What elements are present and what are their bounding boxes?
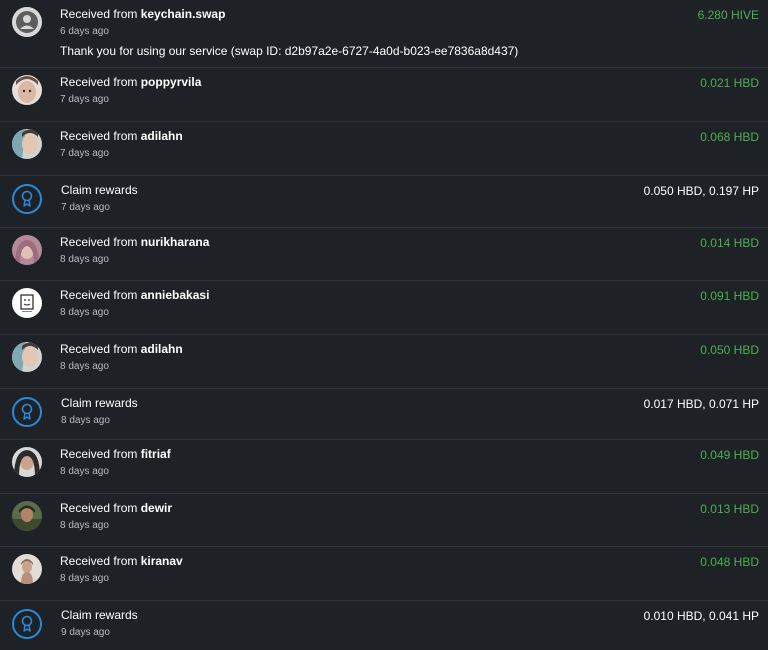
user-avatar[interactable] (12, 129, 42, 159)
transaction-title: Claim rewards (61, 608, 138, 622)
transaction-time: 6 days ago (60, 26, 109, 37)
award-icon (12, 184, 42, 214)
sender-username-link[interactable]: nurikharana (141, 235, 210, 249)
transaction-row: Claim rewards 7 days ago 0.050 HBD, 0.19… (0, 176, 768, 228)
sender-username-link[interactable]: kiranav (141, 554, 183, 568)
transaction-row: Received from keychain.swap 6 days ago T… (0, 0, 768, 68)
transaction-title: Received from adilahn (60, 342, 183, 356)
transaction-time: 7 days ago (60, 148, 109, 159)
transaction-amount: 0.050 HBD, 0.197 HP (643, 184, 759, 198)
award-icon (12, 397, 42, 427)
transaction-title: Claim rewards (61, 183, 138, 197)
user-avatar[interactable] (12, 554, 42, 584)
transaction-time: 8 days ago (60, 361, 109, 372)
sender-username-link[interactable]: fitriaf (141, 447, 171, 461)
transaction-title: Received from keychain.swap (60, 7, 225, 21)
transaction-row: Received from dewir 8 days ago 0.013 HBD (0, 494, 768, 547)
transaction-row: Received from nurikharana 8 days ago 0.0… (0, 228, 768, 281)
transaction-time: 8 days ago (60, 573, 109, 584)
transaction-time: 8 days ago (60, 520, 109, 531)
transaction-row: Claim rewards 9 days ago 0.010 HBD, 0.04… (0, 601, 768, 650)
received-from-label: Received from (60, 129, 141, 143)
award-icon (12, 609, 42, 639)
transaction-time: 8 days ago (60, 307, 109, 318)
default-user-icon[interactable] (12, 7, 42, 37)
sender-username-link[interactable]: keychain.swap (141, 7, 226, 21)
transaction-time: 7 days ago (60, 94, 109, 105)
transaction-row: Claim rewards 8 days ago 0.017 HBD, 0.07… (0, 389, 768, 440)
transaction-time: 9 days ago (61, 627, 110, 638)
received-from-label: Received from (60, 288, 141, 302)
transaction-title: Received from poppyrvila (60, 75, 201, 89)
user-avatar[interactable] (12, 75, 42, 105)
transaction-title: Received from fitriaf (60, 447, 171, 461)
transaction-amount: 0.013 HBD (700, 502, 759, 516)
transaction-amount: 0.017 HBD, 0.071 HP (643, 397, 759, 411)
transaction-memo: Thank you for using our service (swap ID… (60, 44, 519, 58)
user-avatar[interactable] (12, 288, 42, 318)
received-from-label: Received from (60, 447, 141, 461)
user-avatar[interactable] (12, 342, 42, 372)
transaction-row: Received from adilahn 8 days ago 0.050 H… (0, 335, 768, 389)
transaction-amount: 0.014 HBD (700, 236, 759, 250)
transaction-amount: 0.049 HBD (700, 448, 759, 462)
received-from-label: Received from (60, 501, 141, 515)
user-avatar[interactable] (12, 235, 42, 265)
received-from-label: Received from (60, 235, 141, 249)
transaction-row: Received from adilahn 7 days ago 0.068 H… (0, 122, 768, 176)
transaction-time: 8 days ago (60, 466, 109, 477)
sender-username-link[interactable]: adilahn (141, 129, 183, 143)
transaction-amount: 0.091 HBD (700, 289, 759, 303)
sender-username-link[interactable]: adilahn (141, 342, 183, 356)
transaction-row: Received from poppyrvila 7 days ago 0.02… (0, 68, 768, 122)
received-from-label: Received from (60, 7, 141, 21)
transaction-amount: 0.048 HBD (700, 555, 759, 569)
transaction-amount: 0.010 HBD, 0.041 HP (643, 609, 759, 623)
received-from-label: Received from (60, 554, 141, 568)
sender-username-link[interactable]: poppyrvila (141, 75, 202, 89)
transaction-row: Received from fitriaf 8 days ago 0.049 H… (0, 440, 768, 494)
transaction-row: Received from anniebakasi 8 days ago 0.0… (0, 281, 768, 335)
user-avatar[interactable] (12, 501, 42, 531)
user-avatar[interactable] (12, 447, 42, 477)
transaction-title: Received from nurikharana (60, 235, 209, 249)
transaction-title: Claim rewards (61, 396, 138, 410)
transaction-title: Received from anniebakasi (60, 288, 209, 302)
sender-username-link[interactable]: anniebakasi (141, 288, 210, 302)
transaction-title: Received from adilahn (60, 129, 183, 143)
transaction-time: 8 days ago (61, 415, 110, 426)
transaction-history-list: Received from keychain.swap 6 days ago T… (0, 0, 768, 650)
transaction-amount: 0.021 HBD (700, 76, 759, 90)
transaction-title: Received from kiranav (60, 554, 183, 568)
transaction-time: 8 days ago (60, 254, 109, 265)
transaction-amount: 6.280 HIVE (697, 8, 759, 22)
transaction-time: 7 days ago (61, 202, 110, 213)
received-from-label: Received from (60, 75, 141, 89)
sender-username-link[interactable]: dewir (141, 501, 172, 515)
transaction-title: Received from dewir (60, 501, 172, 515)
transaction-row: Received from kiranav 8 days ago 0.048 H… (0, 547, 768, 601)
transaction-amount: 0.068 HBD (700, 130, 759, 144)
received-from-label: Received from (60, 342, 141, 356)
transaction-amount: 0.050 HBD (700, 343, 759, 357)
